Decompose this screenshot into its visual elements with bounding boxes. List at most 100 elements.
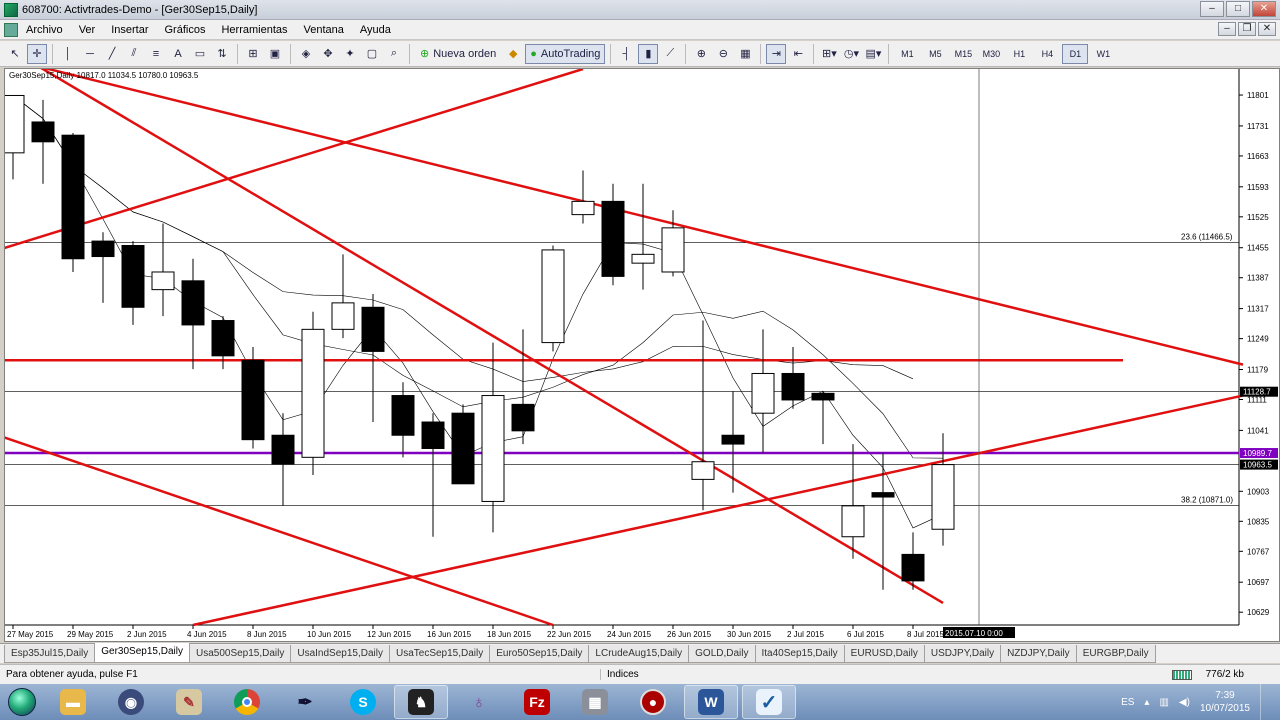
tab-nzdjpy[interactable]: NZDJPY,Daily bbox=[1000, 645, 1077, 663]
templates-icon[interactable]: ▤▾ bbox=[863, 44, 883, 64]
clock[interactable]: 7:39 10/07/2015 bbox=[1200, 689, 1250, 715]
tab-usa500[interactable]: Usa500Sep15,Daily bbox=[188, 645, 292, 663]
timeframe-h1[interactable]: H1 bbox=[1006, 44, 1032, 64]
tile-windows-icon[interactable]: ▦ bbox=[735, 44, 755, 64]
timeframe-m5[interactable]: M5 bbox=[922, 44, 948, 64]
network-icon[interactable]: ▥ bbox=[1159, 697, 1168, 708]
data-window-icon[interactable]: ⌕ bbox=[384, 44, 404, 64]
taskbar-chrome[interactable] bbox=[220, 685, 274, 719]
cursor-icon[interactable]: ↖ bbox=[5, 44, 25, 64]
zoom-in-icon[interactable]: ⊕ bbox=[691, 44, 711, 64]
menu-archivo[interactable]: Archivo bbox=[18, 20, 71, 40]
timeframe-m1[interactable]: M1 bbox=[894, 44, 920, 64]
taskbar-tor[interactable]: ♁ bbox=[452, 685, 506, 719]
status-bar: Para obtener ayuda, pulse F1 Indices 776… bbox=[0, 664, 1280, 684]
terminal-icon[interactable]: ✦ bbox=[340, 44, 360, 64]
navigator-icon[interactable]: ✥ bbox=[318, 44, 338, 64]
horizontal-line-icon[interactable]: ─ bbox=[80, 44, 100, 64]
tab-usatec[interactable]: UsaTecSep15,Daily bbox=[388, 645, 491, 663]
market-watch-icon[interactable]: ◈ bbox=[296, 44, 316, 64]
price-tick-label: 11593 bbox=[1247, 183, 1269, 192]
new-chart-icon[interactable]: ⊞ bbox=[243, 44, 263, 64]
new-order-label: Nueva orden bbox=[433, 47, 497, 60]
timeframe-d1[interactable]: D1 bbox=[1062, 43, 1089, 64]
tray-expand-icon[interactable]: ▴ bbox=[1144, 697, 1149, 708]
taskbar-metatrader[interactable]: ♞ bbox=[394, 685, 448, 719]
menu-ver[interactable]: Ver bbox=[71, 20, 104, 40]
tab-ger30[interactable]: Ger30Sep15,Daily bbox=[94, 643, 190, 663]
taskbar-skype[interactable]: S bbox=[336, 685, 390, 719]
tab-usdjpy[interactable]: USDJPY,Daily bbox=[923, 645, 1002, 663]
new-order-button[interactable]: ⊕ Nueva orden bbox=[415, 44, 501, 64]
connection-bars-icon bbox=[1172, 670, 1192, 680]
trendline-icon[interactable]: ╱ bbox=[102, 44, 122, 64]
candlestick-chart[interactable]: 11801 11731 11663 11593 11525 11455 11387 11317… bbox=[5, 69, 1279, 641]
bar-chart-icon[interactable]: ┤ bbox=[616, 44, 636, 64]
line-chart-icon[interactable]: ⟋ bbox=[660, 44, 680, 64]
autotrading-icon: ● bbox=[530, 47, 537, 60]
menu-graficos[interactable]: Gráficos bbox=[157, 20, 214, 40]
taskbar-word[interactable]: W bbox=[684, 685, 738, 719]
bearish-candle bbox=[451, 412, 475, 485]
periods-icon[interactable]: ◷▾ bbox=[841, 44, 861, 64]
taskbar-security[interactable]: ◉ bbox=[104, 685, 158, 719]
zoom-out-icon[interactable]: ⊖ bbox=[713, 44, 733, 64]
profiles-icon[interactable]: ▣ bbox=[265, 44, 285, 64]
inner-restore-button[interactable]: ❐ bbox=[1238, 22, 1256, 36]
menu-ventana[interactable]: Ventana bbox=[296, 20, 352, 40]
show-desktop-button[interactable] bbox=[1260, 684, 1272, 720]
taskbar-inkscape[interactable]: ✒ bbox=[278, 685, 332, 719]
time-tick-label: 8 Jun 2015 bbox=[247, 630, 287, 639]
taskbar-record[interactable]: ● bbox=[626, 685, 680, 719]
tab-ita40[interactable]: Ita40Sep15,Daily bbox=[754, 645, 845, 663]
chart-shift-icon[interactable]: ⇤ bbox=[788, 44, 808, 64]
taskbar-paint[interactable]: ✎ bbox=[162, 685, 216, 719]
timeframe-w1[interactable]: W1 bbox=[1090, 44, 1116, 64]
separator bbox=[888, 43, 890, 64]
menu-herramientas[interactable]: Herramientas bbox=[213, 20, 295, 40]
price-tick-label: 11731 bbox=[1247, 122, 1269, 131]
tester-icon[interactable]: ▢ bbox=[362, 44, 382, 64]
taskbar-filezilla[interactable]: Fz bbox=[510, 685, 564, 719]
tab-eurusd[interactable]: EURUSD,Daily bbox=[843, 645, 925, 663]
timeframe-h4[interactable]: H4 bbox=[1034, 44, 1060, 64]
crosshair-icon[interactable]: ✛ bbox=[27, 43, 47, 64]
maximize-button[interactable]: □ bbox=[1226, 1, 1250, 17]
fibonacci-level-label: 23.6 (11466.5) bbox=[1181, 233, 1233, 242]
chart-window-icon[interactable] bbox=[4, 22, 18, 37]
inner-window-controls: ‒ ❐ ✕ bbox=[1218, 22, 1276, 36]
metaeditor-icon[interactable]: ◆ bbox=[503, 44, 523, 64]
autotrading-button[interactable]: ● AutoTrading bbox=[525, 43, 606, 64]
channel-icon[interactable]: ⫽ bbox=[124, 44, 144, 64]
inner-close-button[interactable]: ✕ bbox=[1258, 22, 1276, 36]
taskbar-virtualbox[interactable]: ▦ bbox=[568, 685, 622, 719]
taskbar-mt4-check[interactable]: ✓ bbox=[742, 685, 796, 719]
timeframe-m15[interactable]: M15 bbox=[950, 44, 976, 64]
arrows-icon[interactable]: ⇅ bbox=[212, 44, 232, 64]
timeframe-m30[interactable]: M30 bbox=[978, 44, 1004, 64]
tab-eurgbp[interactable]: EURGBP,Daily bbox=[1075, 645, 1156, 663]
tab-esp35[interactable]: Esp35Jul15,Daily bbox=[4, 645, 96, 663]
label-icon[interactable]: ▭ bbox=[190, 44, 210, 64]
tab-gold[interactable]: GOLD,Daily bbox=[688, 645, 756, 663]
language-indicator[interactable]: ES bbox=[1121, 697, 1134, 708]
indicators-icon[interactable]: ⊞▾ bbox=[819, 44, 839, 64]
inner-minimize-button[interactable]: ‒ bbox=[1218, 22, 1236, 36]
volume-icon[interactable]: ◀) bbox=[1179, 697, 1190, 708]
tab-lcrude[interactable]: LCrudeAug15,Daily bbox=[588, 645, 690, 663]
chart-window[interactable]: 11801 11731 11663 11593 11525 11455 11387 11317… bbox=[4, 68, 1280, 642]
taskbar-explorer[interactable]: ▬ bbox=[46, 685, 100, 719]
tab-usaind[interactable]: UsaIndSep15,Daily bbox=[290, 645, 390, 663]
autoscroll-icon[interactable]: ⇥ bbox=[766, 43, 787, 64]
fibonacci-icon[interactable]: ≡ bbox=[146, 44, 166, 64]
start-button[interactable] bbox=[0, 684, 44, 720]
filezilla-icon: Fz bbox=[524, 689, 550, 715]
tab-euro50[interactable]: Euro50Sep15,Daily bbox=[489, 645, 590, 663]
close-button[interactable]: ✕ bbox=[1252, 1, 1276, 17]
vertical-line-icon[interactable]: │ bbox=[58, 44, 78, 64]
minimize-button[interactable]: ‒ bbox=[1200, 1, 1224, 17]
text-icon[interactable]: A bbox=[168, 44, 188, 64]
menu-insertar[interactable]: Insertar bbox=[103, 20, 156, 40]
menu-ayuda[interactable]: Ayuda bbox=[352, 20, 399, 40]
candlestick-icon[interactable]: ▮ bbox=[638, 43, 659, 64]
